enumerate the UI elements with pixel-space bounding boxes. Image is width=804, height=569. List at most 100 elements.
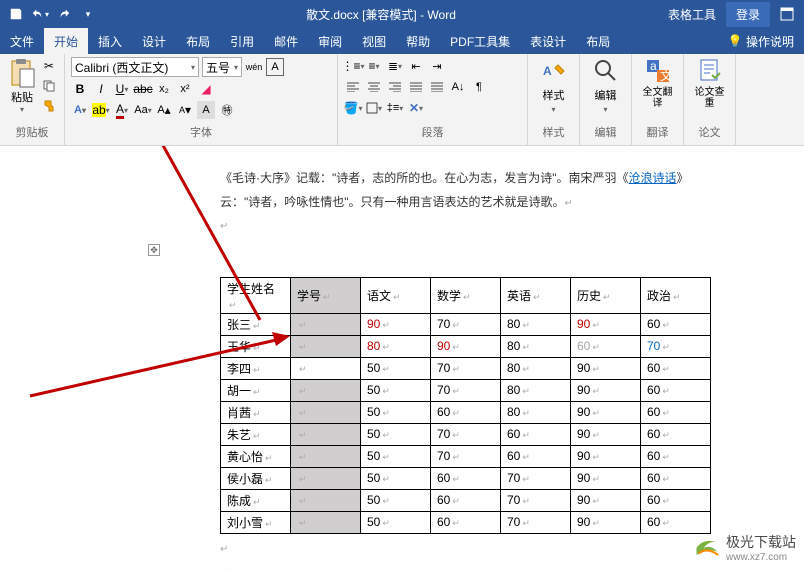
cell-score[interactable]: 50↵ — [361, 489, 431, 511]
align-right-button[interactable] — [386, 78, 404, 96]
cell-score[interactable]: 60↵ — [431, 489, 501, 511]
cell-score[interactable]: 60↵ — [431, 511, 501, 533]
table-header[interactable]: 数学↵ — [431, 277, 501, 313]
cell-score[interactable]: 60↵ — [641, 357, 711, 379]
menu-file[interactable]: 文件 — [0, 28, 44, 54]
font-color-button[interactable]: A▾ — [113, 101, 131, 119]
table-row[interactable]: 朱艺↵↵50↵70↵60↵90↵60↵ — [221, 423, 711, 445]
char-shading-button[interactable]: A — [197, 101, 215, 119]
cell-score[interactable]: 90↵ — [571, 489, 641, 511]
clear-format-button[interactable]: ◢ — [197, 80, 215, 98]
cell-score[interactable]: 60↵ — [641, 445, 711, 467]
translate-button[interactable]: a文 全文翻译 — [638, 57, 677, 109]
cell-score[interactable]: 70↵ — [431, 379, 501, 401]
line-spacing-button[interactable]: ‡≡▾ — [386, 99, 404, 117]
cell-score[interactable]: 70↵ — [431, 313, 501, 335]
table-header[interactable]: 学号↵ — [291, 277, 361, 313]
cell-score[interactable]: 80↵ — [501, 401, 571, 423]
cell-score[interactable]: 80↵ — [501, 313, 571, 335]
login-button[interactable]: 登录 — [726, 2, 770, 27]
cell-score[interactable]: 90↵ — [571, 357, 641, 379]
table-header[interactable]: 政治↵ — [641, 277, 711, 313]
cell-score[interactable]: 60↵ — [641, 313, 711, 335]
menu-review[interactable]: 审阅 — [308, 28, 352, 54]
increase-indent-button[interactable]: ⇥ — [428, 57, 446, 75]
cell-score[interactable]: 90↵ — [571, 467, 641, 489]
shading-button[interactable]: 🪣▾ — [344, 99, 362, 117]
borders-button[interactable]: ▾ — [365, 99, 383, 117]
paper-check-button[interactable]: 论文查重 — [690, 57, 729, 109]
cell-id[interactable]: ↵ — [291, 379, 361, 401]
align-center-button[interactable] — [365, 78, 383, 96]
menu-home[interactable]: 开始 — [44, 28, 88, 54]
table-row[interactable]: 肖茜↵↵50↵60↵80↵90↵60↵ — [221, 401, 711, 423]
cell-id[interactable]: ↵ — [291, 335, 361, 357]
table-row[interactable]: 刘小雪↵↵50↵60↵70↵90↵60↵ — [221, 511, 711, 533]
cell-score[interactable]: 50↵ — [361, 511, 431, 533]
cell-score[interactable]: 60↵ — [501, 445, 571, 467]
cell-score[interactable]: 70↵ — [641, 335, 711, 357]
multilevel-button[interactable]: ≣▾ — [386, 57, 404, 75]
cell-name[interactable]: 刘小雪↵ — [221, 511, 291, 533]
styles-button[interactable]: A 样式▾ — [534, 57, 573, 114]
edit-button[interactable]: 编辑▾ — [586, 57, 625, 114]
cell-name[interactable]: 陈成↵ — [221, 489, 291, 511]
bullets-button[interactable]: ⋮≡▾ — [344, 57, 362, 75]
cell-name[interactable]: 肖茜↵ — [221, 401, 291, 423]
cell-score[interactable]: 50↵ — [361, 445, 431, 467]
cell-name[interactable]: 张三↵ — [221, 313, 291, 335]
cell-score[interactable]: 90↵ — [571, 401, 641, 423]
ribbon-display-icon[interactable] — [770, 0, 804, 28]
cell-score[interactable]: 60↵ — [641, 423, 711, 445]
strikethrough-button[interactable]: abc — [134, 80, 152, 98]
table-row[interactable]: 陈成↵↵50↵60↵70↵90↵60↵ — [221, 489, 711, 511]
table-header[interactable]: 英语↵ — [501, 277, 571, 313]
enclose-char-button[interactable]: ㊕ — [218, 101, 236, 119]
cell-score[interactable]: 50↵ — [361, 401, 431, 423]
font-size-combo[interactable]: 五号▾ — [202, 57, 242, 77]
change-case-button[interactable]: Aa▾ — [134, 101, 152, 119]
cell-score[interactable]: 60↵ — [431, 467, 501, 489]
cell-score[interactable]: 60↵ — [641, 467, 711, 489]
cell-score[interactable]: 70↵ — [431, 445, 501, 467]
cell-id[interactable]: ↵ — [291, 511, 361, 533]
phonetic-guide-button[interactable]: wén — [245, 58, 263, 76]
menu-pdf[interactable]: PDF工具集 — [440, 28, 520, 54]
cell-score[interactable]: 80↵ — [501, 335, 571, 357]
highlight-button[interactable]: ab▾ — [92, 101, 110, 119]
qat-customize-icon[interactable]: ▾ — [78, 4, 98, 24]
cell-id[interactable]: ↵ — [291, 489, 361, 511]
asian-layout-button[interactable]: ✕▾ — [407, 99, 425, 117]
numbering-button[interactable]: ≡▾ — [365, 57, 383, 75]
cell-score[interactable]: 90↵ — [361, 313, 431, 335]
cell-score[interactable]: 70↵ — [431, 357, 501, 379]
menu-table-design[interactable]: 表设计 — [520, 28, 576, 54]
menu-insert[interactable]: 插入 — [88, 28, 132, 54]
cell-score[interactable]: 80↵ — [501, 379, 571, 401]
cell-score[interactable]: 70↵ — [501, 489, 571, 511]
cut-button[interactable]: ✂ — [40, 57, 58, 75]
undo-icon[interactable]: ▾ — [30, 4, 50, 24]
cell-id[interactable]: ↵ — [291, 445, 361, 467]
cell-id[interactable]: ↵ — [291, 467, 361, 489]
character-border-button[interactable]: A — [266, 58, 284, 76]
menu-design[interactable]: 设计 — [132, 28, 176, 54]
table-header[interactable]: 学生姓名↵ — [221, 277, 291, 313]
cell-name[interactable]: 胡一↵ — [221, 379, 291, 401]
table-row[interactable]: 张三↵↵90↵70↵80↵90↵60↵ — [221, 313, 711, 335]
cell-name[interactable]: 王华↵ — [221, 335, 291, 357]
shrink-font-button[interactable]: A▾ — [176, 101, 194, 119]
copy-button[interactable] — [40, 77, 58, 95]
menu-mailings[interactable]: 邮件 — [264, 28, 308, 54]
show-marks-button[interactable]: ¶ — [470, 78, 488, 96]
menu-view[interactable]: 视图 — [352, 28, 396, 54]
cell-score[interactable]: 60↵ — [641, 379, 711, 401]
menu-references[interactable]: 引用 — [220, 28, 264, 54]
cell-score[interactable]: 70↵ — [431, 423, 501, 445]
table-row[interactable]: 黄心怡↵↵50↵70↵60↵90↵60↵ — [221, 445, 711, 467]
cell-score[interactable]: 90↵ — [431, 335, 501, 357]
cell-id[interactable]: ↵ — [291, 401, 361, 423]
grow-font-button[interactable]: A▴ — [155, 101, 173, 119]
cell-score[interactable]: 70↵ — [501, 467, 571, 489]
menu-layout[interactable]: 布局 — [176, 28, 220, 54]
